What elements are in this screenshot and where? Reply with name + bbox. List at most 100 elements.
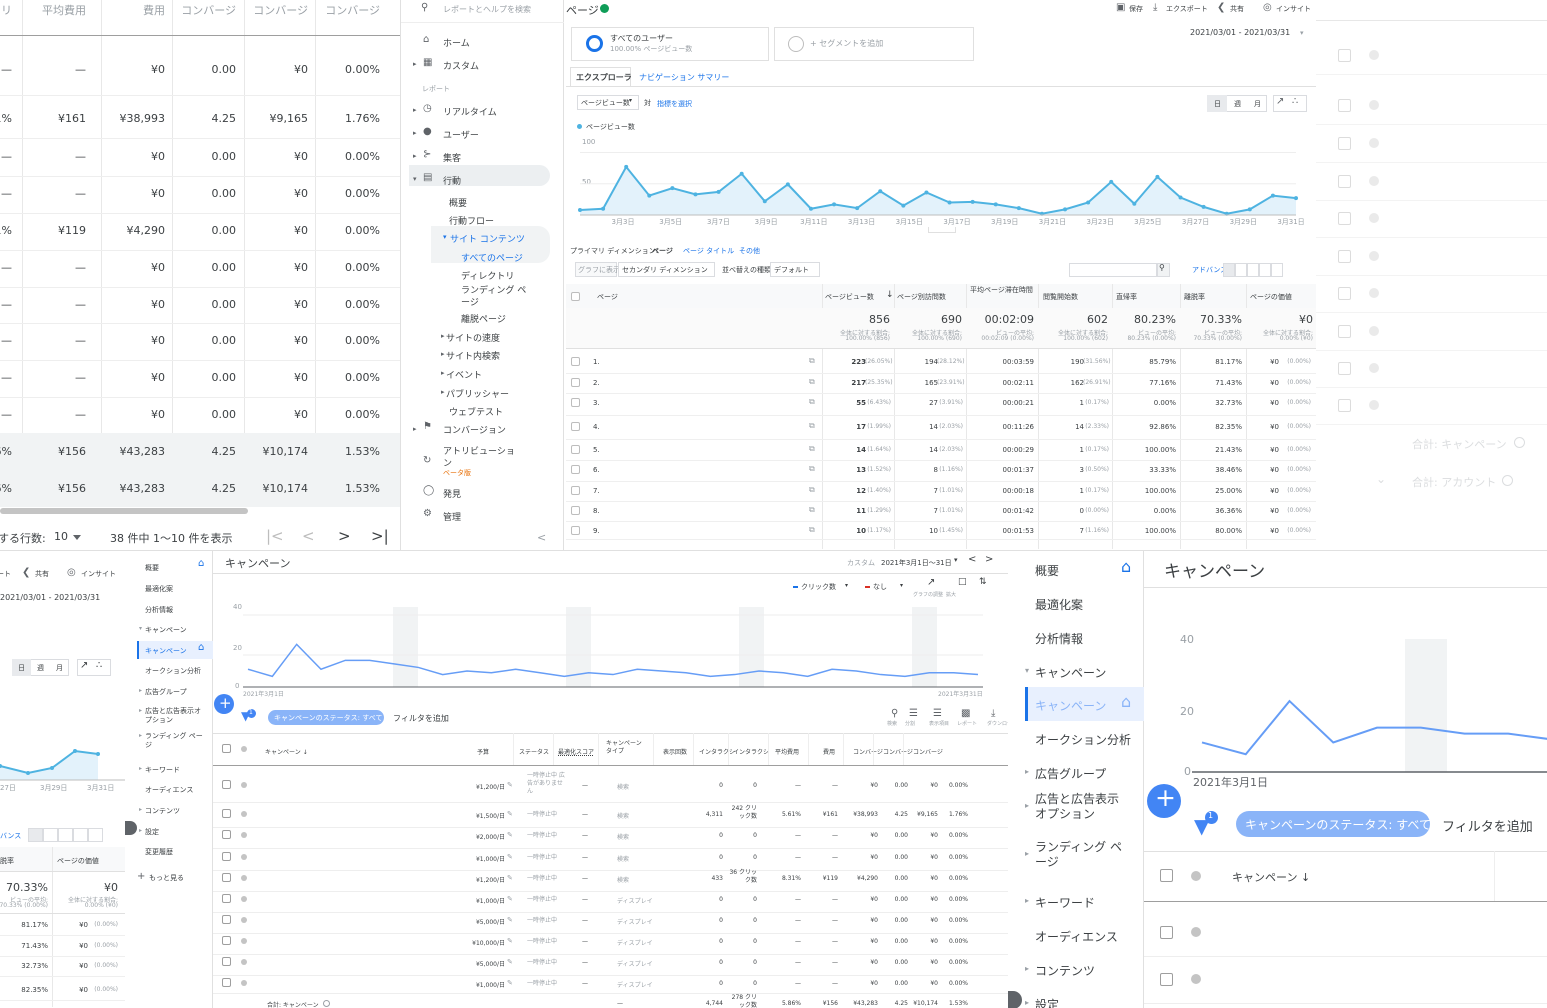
sidebar-subitem[interactable]: ディレクトリ <box>461 269 514 282</box>
rows-per-page-select[interactable]: 10 <box>54 530 68 543</box>
column-header[interactable]: ステータス <box>519 747 549 756</box>
date-range-picker[interactable]: 2021年3月1日～31日 <box>881 558 952 568</box>
motion-chart-icon[interactable]: ∴ <box>1292 96 1298 107</box>
row-checkbox[interactable] <box>1160 926 1173 939</box>
sidebar-item[interactable]: 概要 <box>145 563 159 573</box>
open-link-icon[interactable]: ⧉ <box>809 356 815 366</box>
pivot-view-icon[interactable] <box>1271 263 1283 277</box>
header-action[interactable]: エクスポート <box>1166 4 1208 14</box>
tab-navigation-summary[interactable]: ナビゲーション サマリー <box>639 72 729 83</box>
row-checkbox[interactable] <box>222 936 231 945</box>
row-checkbox[interactable] <box>1338 99 1351 112</box>
sidebar-subitem[interactable]: すべてのページ <box>461 251 523 264</box>
sidebar-item[interactable]: 管理 <box>443 510 461 523</box>
column-header[interactable]: インタラクシ <box>699 747 735 756</box>
sidebar-item[interactable]: 分析情報 <box>1035 630 1083 647</box>
sidebar-item[interactable]: 広告グループ <box>1035 765 1106 782</box>
sidebar-subitem[interactable]: 概要 <box>449 196 467 209</box>
first-page-icon[interactable]: |< <box>266 527 284 545</box>
row-checkbox[interactable] <box>1338 399 1351 412</box>
row-checkbox[interactable] <box>222 915 231 924</box>
pie-view-icon[interactable] <box>1235 263 1247 277</box>
column-header[interactable]: 直帰率 <box>1116 292 1137 302</box>
expand-icon[interactable]: □ <box>958 577 967 587</box>
edit-budget-icon[interactable]: ✎ <box>507 853 513 861</box>
sidebar-item[interactable]: コンテンツ <box>145 806 180 816</box>
sidebar-subitem[interactable]: ランディング ページ <box>461 285 533 309</box>
sidebar-item[interactable]: 変更履歴 <box>145 847 173 857</box>
header-action[interactable]: インサイト <box>81 569 116 579</box>
sidebar-item[interactable]: キャンペーン <box>145 625 187 635</box>
open-link-icon[interactable]: ⧉ <box>809 525 815 535</box>
sidebar-item[interactable]: コンテンツ <box>1035 962 1095 979</box>
row-checkbox[interactable] <box>1338 325 1351 338</box>
select-all-checkbox[interactable] <box>571 292 580 301</box>
last-page-icon[interactable]: >| <box>371 527 389 545</box>
edit-budget-icon[interactable]: ✎ <box>507 781 513 789</box>
row-checkbox[interactable] <box>571 486 580 495</box>
sidebar-item[interactable]: アトリビューション <box>443 446 523 470</box>
open-link-icon[interactable]: ⧉ <box>809 485 815 495</box>
sidebar-item[interactable]: 最適化案 <box>145 584 173 594</box>
next-period-icon[interactable]: > <box>985 554 993 565</box>
chart-resize-handle[interactable] <box>928 227 956 233</box>
sidebar-subitem[interactable]: ウェブテスト <box>449 405 503 418</box>
prev-period-icon[interactable]: < <box>968 554 976 565</box>
sidebar-item[interactable]: カスタム <box>443 59 479 72</box>
sidebar-item[interactable]: リアルタイム <box>443 105 497 118</box>
granularity-button[interactable]: 日 <box>18 663 25 673</box>
pie-view-icon[interactable] <box>43 828 58 842</box>
pivot-view-icon[interactable] <box>88 828 103 842</box>
sidebar-subitem[interactable]: サイトの速度 <box>446 331 500 344</box>
grid-view-icon[interactable] <box>1223 263 1235 277</box>
edit-budget-icon[interactable]: ✎ <box>507 916 513 924</box>
sidebar-subitem[interactable]: イベント <box>446 368 482 381</box>
row-checkbox[interactable] <box>222 780 231 789</box>
header-action[interactable]: 保存 <box>1129 4 1143 14</box>
compare-view-icon[interactable] <box>73 828 88 842</box>
row-checkbox[interactable] <box>1338 49 1351 62</box>
sidebar-subitem[interactable]: サイト コンテンツ <box>450 232 525 245</box>
row-checkbox[interactable] <box>571 445 580 454</box>
open-link-icon[interactable]: ⧉ <box>809 505 815 515</box>
granularity-button[interactable]: 週 <box>1234 99 1241 109</box>
sidebar-item[interactable]: ランディング ページ <box>1035 840 1127 870</box>
row-checkbox[interactable] <box>1338 212 1351 225</box>
header-action[interactable]: 共有 <box>1230 4 1244 14</box>
granularity-button[interactable]: 週 <box>37 663 44 673</box>
column-header[interactable]: 費用 <box>823 747 835 756</box>
sidebar-item[interactable]: もっと見る <box>149 873 184 883</box>
row-checkbox[interactable] <box>1160 973 1173 986</box>
column-header[interactable]: 予算 <box>477 747 489 756</box>
reports-icon[interactable]: ▩ <box>961 708 970 719</box>
column-header[interactable]: ページ別訪問数 <box>897 292 946 302</box>
row-checkbox[interactable] <box>1338 287 1351 300</box>
open-link-icon[interactable]: ⧉ <box>809 464 815 474</box>
row-checkbox[interactable] <box>571 398 580 407</box>
add-segment-link[interactable]: + セグメントを追加 <box>810 38 883 49</box>
table-search-input[interactable] <box>1069 263 1157 277</box>
row-checkbox[interactable] <box>222 809 231 818</box>
row-checkbox[interactable] <box>222 852 231 861</box>
row-checkbox[interactable] <box>222 894 231 903</box>
adjust-icon[interactable]: ⇅ <box>979 577 987 587</box>
date-range-picker[interactable]: 2021/03/01 - 2021/03/31 <box>0 593 100 602</box>
bar-view-icon[interactable] <box>58 828 73 842</box>
sidebar-item[interactable]: キャンペーン <box>145 646 187 656</box>
row-checkbox[interactable] <box>571 357 580 366</box>
sidebar-item[interactable]: オークション分析 <box>1035 731 1131 748</box>
sidebar-item[interactable]: ホーム <box>443 36 470 49</box>
row-checkbox[interactable] <box>222 978 231 987</box>
column-header[interactable]: キャンペーン ↓ <box>1232 869 1310 885</box>
row-checkbox[interactable] <box>1338 175 1351 188</box>
add-filter-link[interactable]: フィルタを追加 <box>1442 816 1533 835</box>
row-checkbox[interactable] <box>571 506 580 515</box>
column-header[interactable]: 平均費用 <box>775 747 799 756</box>
sidebar-item[interactable]: 分析情報 <box>145 605 173 615</box>
sidebar-item[interactable]: 広告と広告表示オプション <box>145 707 205 725</box>
tab-explorer[interactable]: エクスプローラ <box>576 72 632 83</box>
sidebar-item[interactable]: 設定 <box>145 827 159 837</box>
sidebar-item[interactable]: オークション分析 <box>145 666 201 676</box>
header-action[interactable]: 共有 <box>35 569 49 579</box>
open-link-icon[interactable]: ⧉ <box>809 444 815 454</box>
